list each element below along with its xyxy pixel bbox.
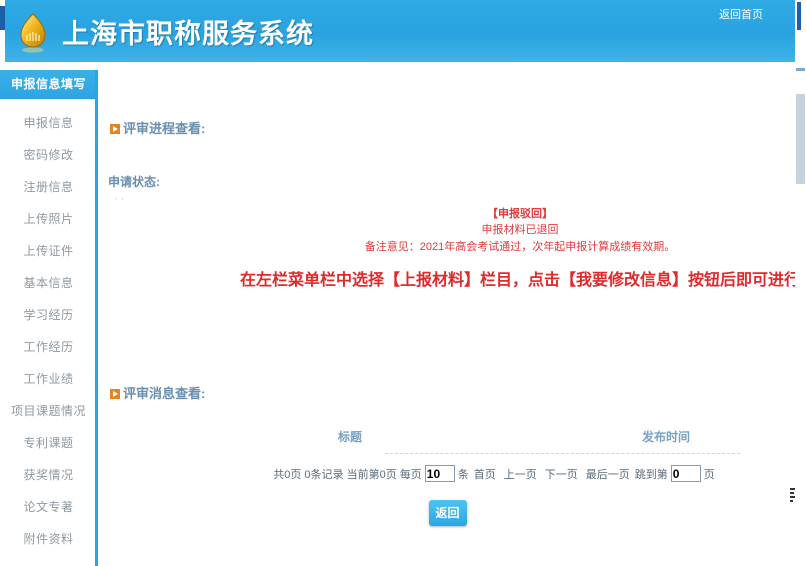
- page-vertical-scrollbar[interactable]: [795, 62, 806, 566]
- status-remark: 备注意见：2021年高会考试通过，次年起申报计算成绩有效期。: [364, 241, 676, 253]
- message-table: 标题 发布时间: [200, 428, 788, 454]
- scrollbar-thumb[interactable]: [796, 94, 805, 184]
- back-button[interactable]: 返回: [428, 500, 467, 526]
- sidebar-item-zhucexinxi[interactable]: 注册信息: [0, 171, 97, 203]
- scrollbar-top-tick: [796, 68, 805, 71]
- sidebar-heading: 申报信息填写: [0, 70, 97, 99]
- pagination-last-link[interactable]: 最后一页: [586, 466, 630, 482]
- application-status-label: 申请状态:: [108, 175, 160, 189]
- pagination-jump-unit: 页: [703, 468, 715, 481]
- status-dots: · ·: [114, 193, 125, 205]
- sidebar-item-lunwenzhuanzhu[interactable]: 论文专著: [0, 491, 97, 523]
- pagination-first-link[interactable]: 首页: [474, 466, 496, 482]
- site-header: 上海市职称服务系统 返回首页: [0, 0, 795, 62]
- column-header-publish-time: 发布时间: [642, 430, 691, 444]
- header-right-accent: [795, 0, 806, 62]
- sidebar-item-mimaxiugai[interactable]: 密码修改: [0, 139, 97, 171]
- sidebar-item-gongzuoyeji[interactable]: 工作业绩: [0, 363, 97, 395]
- pagination-jump-label: 跳到第: [634, 468, 668, 481]
- pagination-prev-link[interactable]: 上一页: [504, 466, 537, 482]
- section-title-message: 评审消息查看:: [110, 383, 205, 402]
- header-left-accent: [0, 0, 5, 62]
- site-title: 上海市职称服务系统: [62, 19, 314, 50]
- message-table-header: 标题 发布时间: [200, 428, 788, 450]
- pagination-summary: 共0页 0条记录 当前第0页 每页: [273, 468, 422, 481]
- jump-page-input[interactable]: [670, 465, 701, 482]
- sidebar-item-shangchuanzhaopian[interactable]: 上传照片: [0, 203, 97, 235]
- sidebar-item-fujianziliao[interactable]: 附件资料: [0, 523, 97, 555]
- sidebar: 申报信息填写 申报信息 密码修改 注册信息 上传照片 上传证件 基本信息 学习经…: [0, 70, 98, 566]
- arrow-bullet-icon: [110, 124, 120, 134]
- shield-logo-icon: [14, 11, 52, 53]
- status-stage: 【申报驳回】: [487, 208, 553, 220]
- back-button-area: 返回: [100, 500, 795, 526]
- sidebar-item-xuexijingli[interactable]: 学习经历: [0, 299, 97, 331]
- inner-scroll-marks: [790, 488, 795, 528]
- pagination-bar: 共0页 0条记录 当前第0页 每页 条 首页 上一页 下一页 最后一页 跳到第 …: [200, 465, 788, 482]
- pagination-next-link[interactable]: 下一页: [545, 466, 578, 482]
- section-title-progress: 评审进程查看:: [110, 118, 205, 137]
- status-detail: 申报材料已退回: [481, 224, 559, 236]
- main-content: 评审进程查看: 申请状态: · · 【申报驳回】 申报材料已退回 备注意见：20…: [100, 70, 795, 566]
- sidebar-item-gongzuojingli[interactable]: 工作经历: [0, 331, 97, 363]
- sidebar-item-huojiangqingkuang[interactable]: 获奖情况: [0, 459, 97, 491]
- sidebar-item-jibenxinxi[interactable]: 基本信息: [0, 267, 97, 299]
- modification-notice: 在左栏菜单栏中选择【上报材料】栏目，点击【我要修改信息】按钮后即可进行信息的修改…: [240, 272, 795, 289]
- sidebar-item-shenbaoxinxi[interactable]: 申报信息: [0, 107, 97, 139]
- sidebar-divider: [95, 70, 98, 566]
- status-block: 【申报驳回】 申报材料已退回 备注意见：2021年高会考试通过，次年起申报计算成…: [250, 206, 790, 256]
- arrow-bullet-icon: [110, 389, 120, 399]
- sidebar-item-zhuanliketi[interactable]: 专利课题: [0, 427, 97, 459]
- return-home-link[interactable]: 返回首页: [719, 6, 763, 22]
- section-message-label: 评审消息查看:: [123, 386, 206, 401]
- application-page: 上海市职称服务系统 返回首页 申报信息填写 申报信息 密码修改 注册信息 上传照…: [0, 0, 806, 566]
- pagination-unit: 条: [457, 468, 469, 481]
- sidebar-item-xiangmuketi[interactable]: 项目课题情况: [0, 395, 97, 427]
- sidebar-item-shangchuanzhengjian[interactable]: 上传证件: [0, 235, 97, 267]
- section-progress-label: 评审进程查看:: [123, 121, 206, 136]
- column-header-title: 标题: [338, 430, 363, 444]
- table-divider: [385, 453, 740, 454]
- sidebar-menu: 申报信息 密码修改 注册信息 上传照片 上传证件 基本信息 学习经历 工作经历 …: [0, 99, 97, 555]
- page-size-input[interactable]: [424, 465, 455, 482]
